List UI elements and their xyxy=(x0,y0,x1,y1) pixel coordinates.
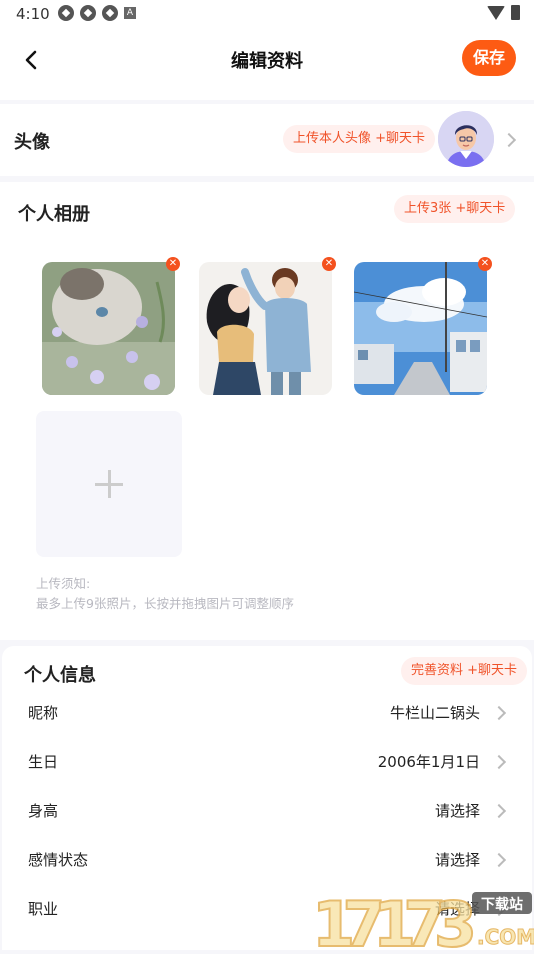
chevron-right-icon xyxy=(491,852,507,868)
album-photo[interactable] xyxy=(354,262,487,395)
couple-illustration xyxy=(199,262,332,395)
upload-tip-body: 最多上传9张照片，长按并拖拽图片可调整顺序 xyxy=(36,596,294,611)
info-reward-badge: 完善资料 +聊天卡 xyxy=(401,657,528,685)
info-row-value: 请选择 xyxy=(434,851,480,869)
info-row-label: 职业 xyxy=(28,900,59,918)
status-notification-icons: A xyxy=(58,5,136,21)
info-row-value: 2006年1月1日 xyxy=(377,753,480,771)
album-title: 个人相册 xyxy=(18,204,90,225)
watermark-number: 17173 xyxy=(312,888,477,950)
album-photo[interactable] xyxy=(42,262,175,395)
info-row-relationship[interactable]: 感情状态 请选择 xyxy=(2,835,532,884)
info-title: 个人信息 xyxy=(24,665,96,686)
info-row-height[interactable]: 身高 请选择 xyxy=(2,786,532,835)
info-row-label: 昵称 xyxy=(28,704,59,722)
avatar-illustration xyxy=(438,111,494,167)
font-icon: A xyxy=(124,7,136,19)
watermark-sub: 下载站 xyxy=(481,896,523,913)
album-section: 个人相册 上传3张 +聊天卡 ✕ ✕ ✕ 上传须知: 最多上传9张照片，长按并拖… xyxy=(0,182,534,640)
info-row-nickname[interactable]: 昵称 牛栏山二锅头 xyxy=(2,688,532,737)
street-illustration xyxy=(354,262,487,395)
notification-icon xyxy=(102,5,118,21)
info-row-label: 生日 xyxy=(28,753,59,771)
info-row-value: 牛栏山二锅头 xyxy=(389,704,480,722)
chevron-right-icon xyxy=(501,132,517,148)
avatar-reward-badge: 上传本人头像 +聊天卡 xyxy=(283,125,436,153)
top-bar: 编辑资料 保存 xyxy=(0,28,534,100)
delete-photo-icon[interactable]: ✕ xyxy=(166,257,180,271)
chevron-right-icon xyxy=(491,803,507,819)
wifi-icon xyxy=(487,5,505,20)
album-reward-badge: 上传3张 +聊天卡 xyxy=(394,195,516,223)
avatar-label: 头像 xyxy=(14,132,50,153)
chevron-right-icon xyxy=(491,705,507,721)
avatar-row[interactable]: 头像 上传本人头像 +聊天卡 xyxy=(0,104,534,176)
info-row-birthday[interactable]: 生日 2006年1月1日 xyxy=(2,737,532,786)
delete-photo-icon[interactable]: ✕ xyxy=(478,257,492,271)
delete-photo-icon[interactable]: ✕ xyxy=(322,257,336,271)
watermark: 17173 下载站 .COM xyxy=(311,887,534,954)
upload-tip-title: 上传须知: xyxy=(36,576,91,591)
info-row-label: 感情状态 xyxy=(28,851,89,869)
page-title: 编辑资料 xyxy=(231,51,303,72)
save-button[interactable]: 保存 xyxy=(462,40,516,76)
cat-photo xyxy=(42,262,175,395)
watermark-logo: 17173 下载站 .COM xyxy=(311,887,534,954)
album-photo[interactable] xyxy=(199,262,332,395)
add-photo-button[interactable] xyxy=(36,411,182,557)
watermark-domain: .COM xyxy=(477,925,534,949)
status-bar: 4:10 A xyxy=(0,0,534,28)
battery-icon xyxy=(511,5,520,20)
status-time: 4:10 xyxy=(16,5,50,23)
notification-icon xyxy=(80,5,96,21)
info-row-value: 请选择 xyxy=(434,802,480,820)
info-row-label: 身高 xyxy=(28,802,59,820)
avatar[interactable] xyxy=(438,111,494,167)
chevron-right-icon xyxy=(491,754,507,770)
notification-icon xyxy=(58,5,74,21)
